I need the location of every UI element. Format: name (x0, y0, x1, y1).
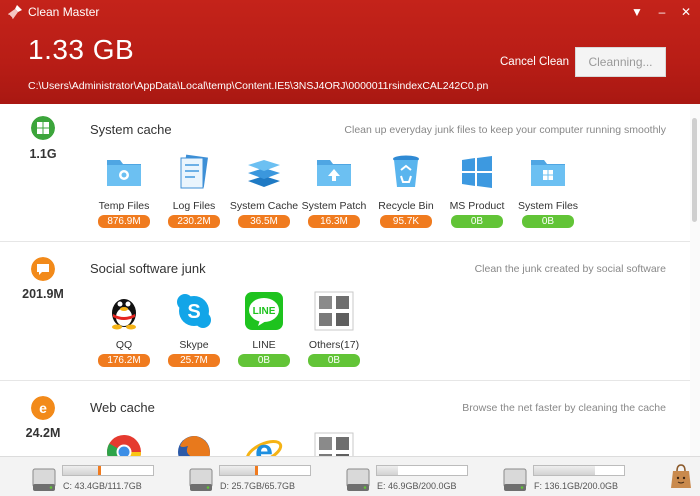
scrollbar-thumb[interactable] (692, 118, 697, 222)
line-icon: LINE (245, 292, 283, 330)
section-web-cache: e 24.2M Web cache Browse the net faster … (0, 382, 690, 456)
item-ms-product[interactable]: MS Product 0B (439, 152, 515, 228)
item-log-files[interactable]: Log Files 230.2M (156, 152, 232, 228)
minimize-button[interactable]: – (653, 3, 671, 21)
cancel-clean-link[interactable]: Cancel Clean (500, 56, 569, 68)
item-others[interactable]: Others(17) 0B (296, 291, 372, 367)
temp-files-folder-icon (107, 160, 141, 186)
item-label: QQ (115, 339, 133, 351)
section-system-cache: 1.1G System cache Clean up everyday junk… (0, 104, 690, 242)
item-chrome[interactable] (86, 432, 162, 456)
log-files-icon (180, 154, 208, 189)
drive-usage-bar (219, 465, 311, 476)
title-bar[interactable]: Clean Master ▼ – ✕ (0, 0, 700, 24)
drive-usage-text: F: 136.1GB/200.0GB (534, 481, 619, 491)
item-system-cache[interactable]: System Cache 36.5M (226, 152, 302, 228)
menu-dropdown-icon[interactable]: ▼ (628, 3, 646, 21)
broom-logo-icon (8, 5, 22, 19)
drive-usage-text: D: 25.7GB/65.7GB (220, 481, 296, 491)
size-badge: 0B (308, 354, 360, 367)
drive-usage-bar (62, 465, 154, 476)
others-grid-icon (314, 432, 354, 456)
svg-text:e: e (255, 433, 273, 456)
size-badge: 230.2M (168, 215, 220, 228)
item-temp-files[interactable]: Temp Files 876.9M (86, 152, 162, 228)
internet-explorer-icon: e (31, 396, 55, 420)
section-description: Clean the junk created by social softwar… (474, 263, 666, 275)
section-social-software: 201.9M Social software junk Clean the ju… (0, 243, 690, 381)
system-cache-stack-icon (248, 160, 280, 187)
item-system-patch[interactable]: System Patch 16.3M (296, 152, 372, 228)
section-size: 201.9M (22, 287, 64, 301)
section-description: Clean up everyday junk files to keep you… (344, 124, 666, 136)
system-patch-folder-icon (317, 160, 351, 186)
section-title: Social software junk (90, 261, 206, 276)
close-button[interactable]: ✕ (677, 3, 695, 21)
drive-usage-text: E: 46.9GB/200.0GB (377, 481, 457, 491)
app-title: Clean Master (28, 5, 100, 19)
windows-icon (31, 116, 55, 140)
cleaning-button[interactable]: Cleanning... (575, 47, 666, 77)
item-label: LINE (252, 339, 276, 351)
drive-usage-bar (533, 465, 625, 476)
scan-results-list: 1.1G System cache Clean up everyday junk… (0, 104, 700, 456)
size-badge: 16.3M (308, 215, 360, 228)
hard-drive-icon (32, 468, 56, 491)
hard-drive-icon (189, 468, 213, 491)
firefox-icon (178, 436, 210, 456)
chrome-icon (107, 435, 141, 456)
section-description: Browse the net faster by cleaning the ca… (462, 402, 666, 414)
toolbox-bag-icon[interactable] (670, 463, 692, 489)
item-label: Temp Files (98, 200, 150, 212)
chat-bubble-icon (31, 257, 55, 281)
current-scan-path: C:\Users\Administrator\AppData\Local\tem… (28, 80, 489, 92)
item-label: MS Product (449, 200, 505, 212)
header-banner: Clean Master ▼ – ✕ 1.33 GB C:\Users\Admi… (0, 0, 700, 104)
item-label: System Files (517, 200, 579, 212)
item-web-others[interactable] (296, 432, 372, 456)
svg-text:e: e (39, 400, 47, 416)
item-label: System Patch (301, 200, 367, 212)
hard-drive-icon (503, 468, 527, 491)
section-size: 1.1G (29, 147, 57, 161)
total-junk-size: 1.33 GB (28, 34, 135, 65)
item-label: Log Files (172, 200, 216, 212)
item-firefox[interactable] (156, 432, 232, 456)
item-line[interactable]: LINE LINE 0B (226, 291, 302, 367)
drive-status-bar: C: 43.4GB/111.7GB D: 25.7GB/65.7GB E: 46… (0, 456, 700, 496)
size-badge: 0B (451, 215, 503, 228)
size-badge: 0B (238, 354, 290, 367)
system-files-folder-icon (531, 160, 565, 186)
svg-text:LINE: LINE (253, 306, 276, 317)
svg-text:S: S (187, 301, 200, 323)
recycle-bin-icon (393, 155, 419, 187)
size-badge: 176.2M (98, 354, 150, 367)
section-title: Web cache (90, 400, 155, 415)
size-badge: 36.5M (238, 215, 290, 228)
section-size: 24.2M (25, 426, 61, 440)
item-ie-browser[interactable]: e (226, 432, 302, 456)
skype-icon: S (177, 294, 211, 328)
qq-penguin-icon (112, 299, 136, 330)
item-label: Skype (179, 339, 209, 351)
item-label: Recycle Bin (378, 200, 434, 212)
ie-browser-icon: e (245, 433, 283, 456)
drive-usage-bar (376, 465, 468, 476)
hard-drive-icon (346, 468, 370, 491)
item-skype[interactable]: S Skype 25.7M (156, 291, 232, 367)
size-badge: 25.7M (168, 354, 220, 367)
size-badge: 0B (522, 215, 574, 228)
others-grid-icon (314, 291, 354, 331)
size-badge: 95.7K (380, 215, 432, 228)
size-badge: 876.9M (98, 215, 150, 228)
section-title: System cache (90, 122, 172, 137)
item-recycle-bin[interactable]: Recycle Bin 95.7K (368, 152, 444, 228)
item-label: System Cache (229, 200, 299, 212)
item-system-files[interactable]: System Files 0B (510, 152, 586, 228)
item-label: Others(17) (308, 339, 360, 351)
drive-usage-text: C: 43.4GB/111.7GB (63, 481, 142, 491)
item-qq[interactable]: QQ 176.2M (86, 291, 162, 367)
ms-product-icon (462, 156, 492, 188)
